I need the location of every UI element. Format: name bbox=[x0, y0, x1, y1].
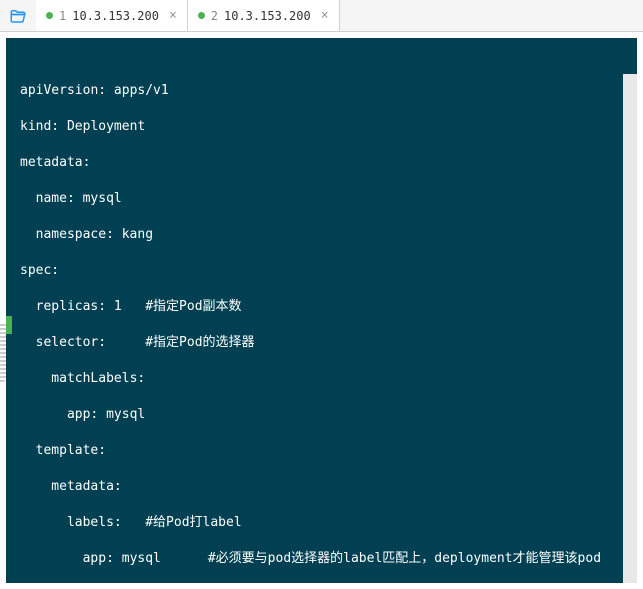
code-line: metadata: bbox=[20, 154, 637, 172]
code-line: labels: #给Pod打label bbox=[20, 514, 637, 532]
code-line: apiVersion: apps/v1 bbox=[20, 82, 637, 100]
tab-1[interactable]: 1 10.3.153.200 × bbox=[36, 0, 188, 31]
code-line: kind: Deployment bbox=[20, 118, 637, 136]
tab-2[interactable]: 2 10.3.153.200 × bbox=[188, 0, 340, 31]
code-line: metadata: bbox=[20, 478, 637, 496]
tab-index: 1 bbox=[59, 9, 66, 23]
code-line: spec: bbox=[20, 262, 637, 280]
code-line: name: mysql bbox=[20, 190, 637, 208]
code-line: replicas: 1 #指定Pod副本数 bbox=[20, 298, 637, 316]
code-line: app: mysql #必须要与pod选择器的label匹配上，deployme… bbox=[20, 550, 637, 568]
folder-open-icon[interactable] bbox=[0, 0, 36, 31]
tab-label: 10.3.153.200 bbox=[224, 9, 311, 23]
tab-label: 10.3.153.200 bbox=[72, 9, 159, 23]
modified-dot-icon bbox=[198, 12, 205, 19]
tab-index: 2 bbox=[211, 9, 218, 23]
vertical-scrollbar[interactable] bbox=[623, 74, 637, 583]
code-line: app: mysql bbox=[20, 406, 637, 424]
code-line: selector: #指定Pod的选择器 bbox=[20, 334, 637, 352]
close-icon[interactable]: × bbox=[321, 8, 329, 23]
gutter-mark bbox=[6, 316, 12, 334]
code-line: matchLabels: bbox=[20, 370, 637, 388]
tab-bar: 1 10.3.153.200 × 2 10.3.153.200 × bbox=[0, 0, 643, 32]
modified-dot-icon bbox=[46, 12, 53, 19]
close-icon[interactable]: × bbox=[169, 8, 177, 23]
code-editor[interactable]: apiVersion: apps/v1 kind: Deployment met… bbox=[6, 38, 637, 583]
editor-wrap: apiVersion: apps/v1 kind: Deployment met… bbox=[0, 32, 643, 589]
code-line: namespace: kang bbox=[20, 226, 637, 244]
code-line: template: bbox=[20, 442, 637, 460]
